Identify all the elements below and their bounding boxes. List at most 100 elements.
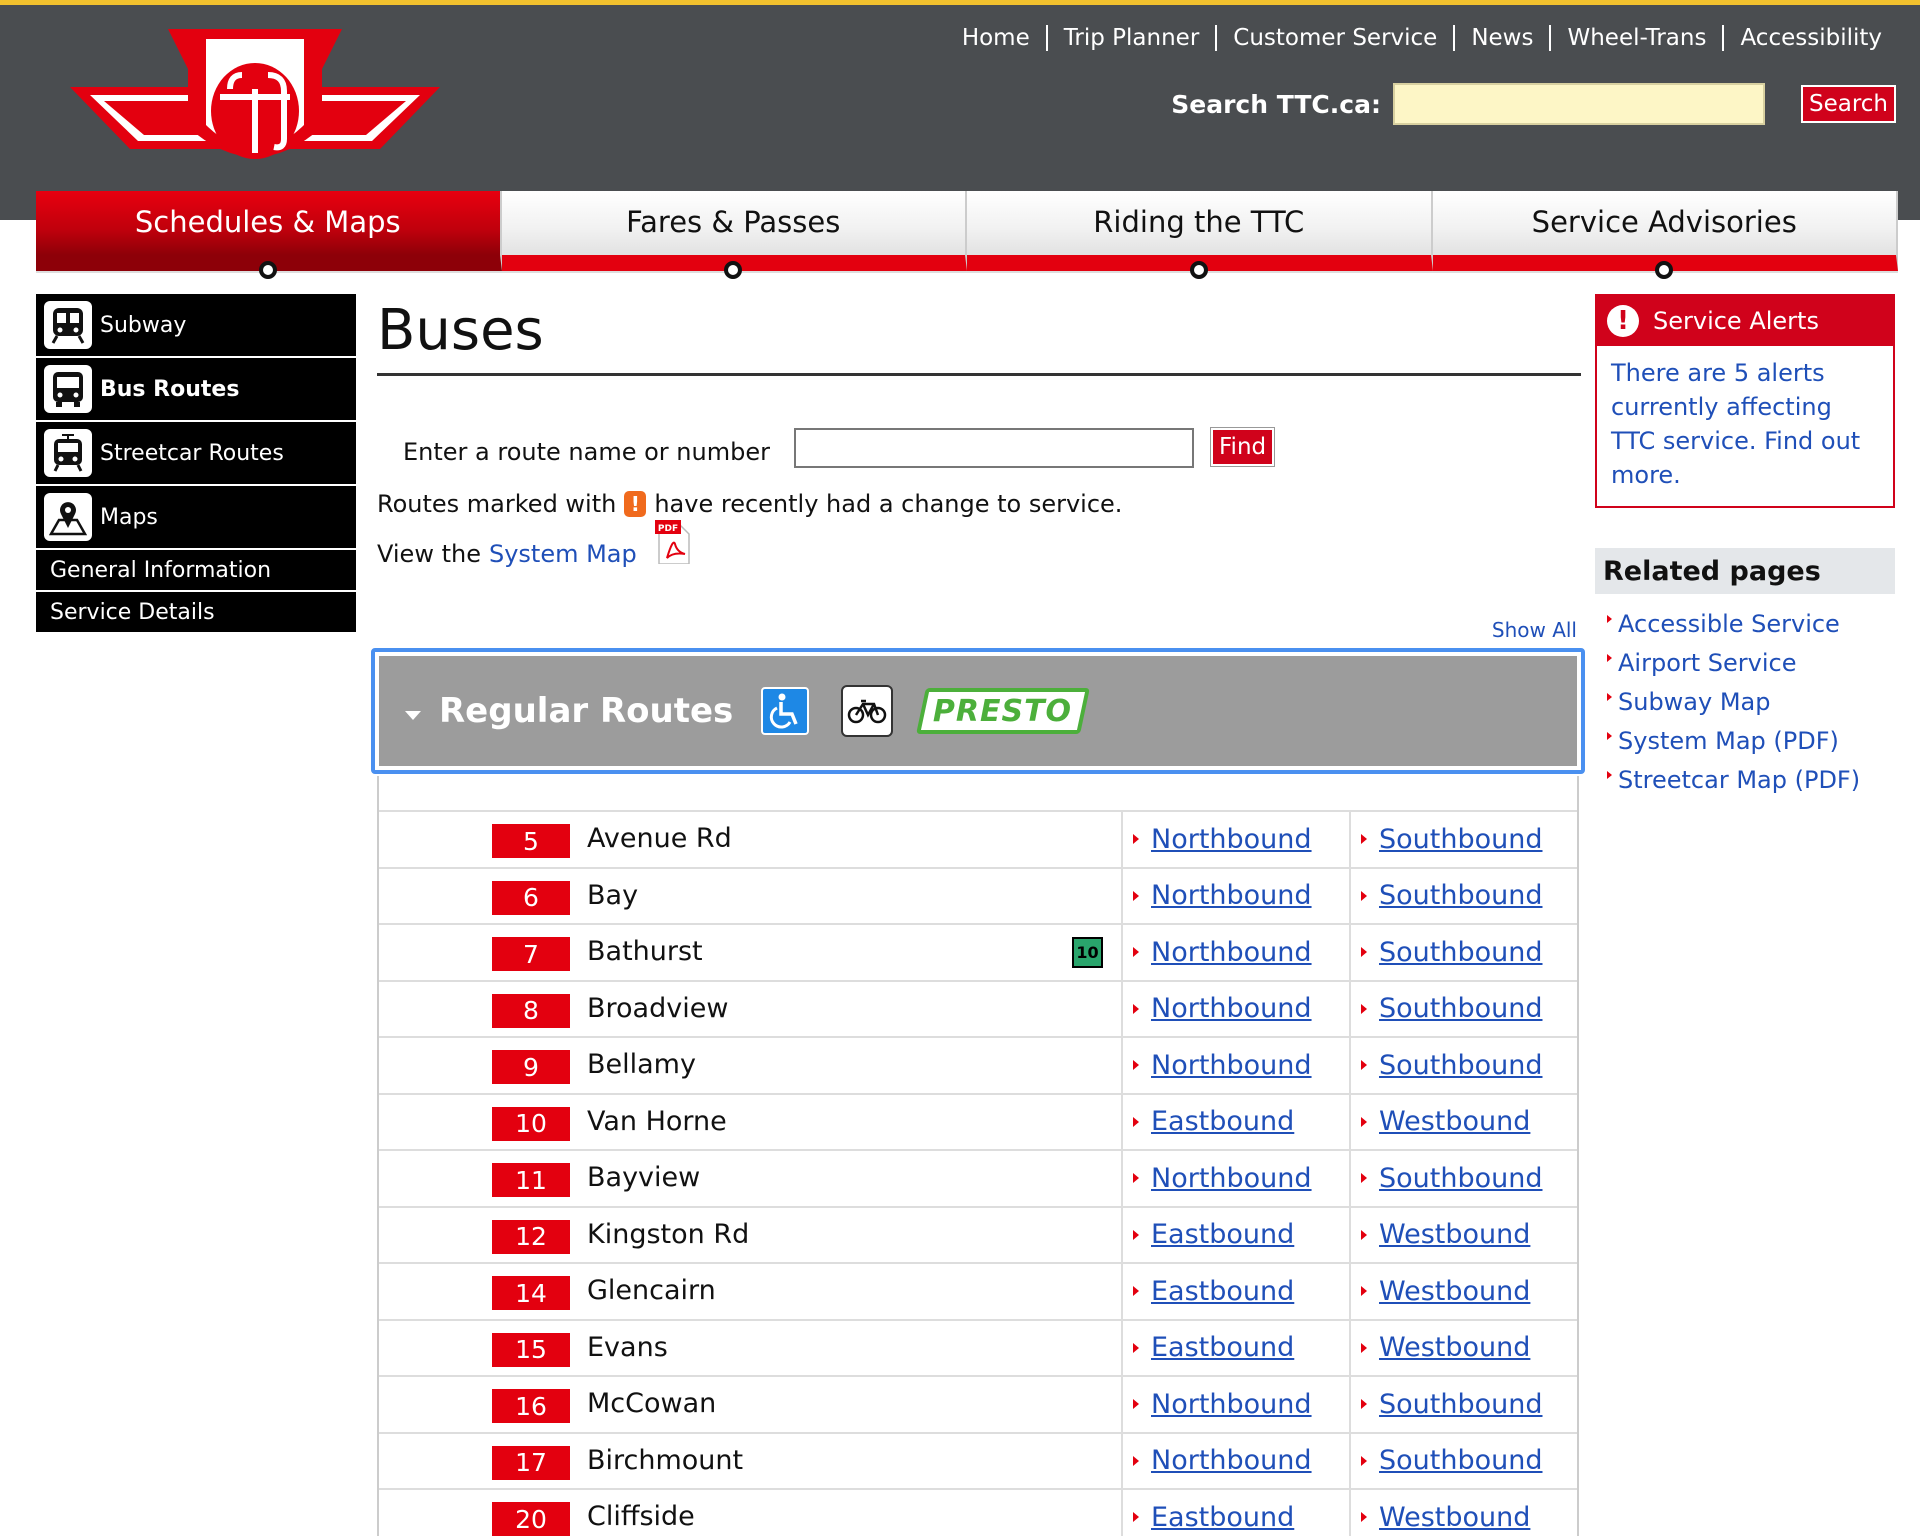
direction-link[interactable]: Northbound	[1151, 937, 1312, 968]
direction-link[interactable]: Westbound	[1379, 1276, 1530, 1307]
direction-link[interactable]: Southbound	[1379, 1050, 1543, 1081]
service-alerts-box[interactable]: ! Service Alerts There are 5 alerts curr…	[1595, 294, 1895, 508]
show-all-link[interactable]: Show All	[1492, 618, 1577, 642]
ttc-logo[interactable]	[70, 27, 440, 177]
system-map-link[interactable]: System Map	[489, 540, 637, 568]
service-alerts-text[interactable]: There are 5 alerts currently affecting T…	[1597, 346, 1893, 502]
direction-link[interactable]: Southbound	[1379, 993, 1543, 1024]
nav-accessibility[interactable]: Accessibility	[1724, 25, 1882, 51]
sidebar-item-general-information[interactable]: General Information	[36, 550, 356, 592]
direction-link[interactable]: Eastbound	[1151, 1106, 1294, 1137]
find-button[interactable]: Find	[1209, 427, 1276, 467]
related-link[interactable]: Accessible Service	[1618, 610, 1840, 638]
tab-fares-passes[interactable]: Fares & Passes	[501, 191, 967, 279]
service-change-icon: !	[624, 491, 647, 517]
route-number-badge[interactable]: 14	[492, 1276, 570, 1310]
direction-link[interactable]: Northbound	[1151, 1389, 1312, 1420]
sidebar-item-bus-routes[interactable]: Bus Routes	[36, 358, 356, 422]
direction-link[interactable]: Northbound	[1151, 1050, 1312, 1081]
related-link[interactable]: Subway Map	[1618, 688, 1771, 716]
pdf-icon[interactable]: PDF	[654, 520, 691, 564]
bullet-arrow-icon	[1361, 834, 1367, 845]
bullet-arrow-icon	[1607, 731, 1612, 740]
route-number-badge[interactable]: 16	[492, 1389, 570, 1423]
direction-link[interactable]: Eastbound	[1151, 1276, 1294, 1307]
related-link[interactable]: Airport Service	[1618, 649, 1796, 677]
table-row: 10 Van Horne Eastbound Westbound	[379, 1094, 1577, 1151]
route-number-badge[interactable]: 8	[492, 993, 570, 1028]
direction-cell: Eastbound	[1121, 1320, 1349, 1375]
system-map-prefix: View the	[377, 540, 481, 568]
route-number-badge[interactable]: 20	[492, 1502, 570, 1536]
regular-routes-bar: Regular Routes PRESTO	[379, 656, 1577, 766]
bullet-arrow-icon	[1361, 1060, 1367, 1071]
direction-link[interactable]: Southbound	[1379, 824, 1543, 855]
direction-link[interactable]: Northbound	[1151, 1163, 1312, 1194]
route-number-badge[interactable]: 7	[492, 937, 570, 971]
route-number-badge[interactable]: 6	[492, 880, 570, 915]
tab-service-advisories[interactable]: Service Advisories	[1432, 191, 1898, 279]
direction-link[interactable]: Southbound	[1379, 1389, 1543, 1420]
direction-link[interactable]: Westbound	[1379, 1502, 1530, 1533]
route-number-badge[interactable]: 10	[492, 1106, 570, 1141]
tab-schedules-maps[interactable]: Schedules & Maps	[36, 191, 502, 279]
nav-home[interactable]: Home	[946, 25, 1048, 51]
collapse-caret-icon[interactable]	[405, 710, 421, 720]
direction-link[interactable]: Westbound	[1379, 1106, 1530, 1137]
direction-link[interactable]: Southbound	[1379, 937, 1543, 968]
nav-customer-service[interactable]: Customer Service	[1217, 25, 1456, 51]
route-search-input[interactable]	[794, 428, 1194, 468]
direction-link[interactable]: Southbound	[1379, 1163, 1543, 1194]
route-number-badge[interactable]: 12	[492, 1219, 570, 1254]
related-item-subway-map: Subway Map	[1595, 682, 1895, 721]
nav-wheel-trans[interactable]: Wheel-Trans	[1551, 25, 1725, 51]
route-name: Birchmount	[587, 1444, 744, 1476]
search-button[interactable]: Search	[1800, 85, 1896, 123]
route-name: Avenue Rd	[587, 823, 732, 854]
related-item-streetcar-map-pdf: Streetcar Map (PDF)	[1595, 760, 1895, 799]
sidebar-item-subway[interactable]: Subway	[36, 294, 356, 358]
route-number-badge[interactable]: 9	[492, 1050, 570, 1084]
nav-trip-planner[interactable]: Trip Planner	[1048, 25, 1218, 51]
direction-cell: Southbound	[1349, 981, 1579, 1036]
direction-link[interactable]: Eastbound	[1151, 1502, 1294, 1533]
tab-label: Schedules & Maps	[134, 205, 401, 239]
route-number-badge[interactable]: 15	[492, 1332, 570, 1367]
nav-news[interactable]: News	[1455, 25, 1552, 51]
related-link[interactable]: Streetcar Map (PDF)	[1618, 766, 1860, 794]
related-pages: Related pages Accessible Service Airport…	[1595, 548, 1895, 799]
bullet-arrow-icon	[1133, 890, 1139, 901]
site-header: Home Trip Planner Customer Service News …	[0, 0, 1920, 220]
main-content: Buses Enter a route name or number Find …	[371, 294, 1585, 1536]
direction-link[interactable]: Northbound	[1151, 880, 1312, 911]
direction-link[interactable]: Eastbound	[1151, 1332, 1294, 1363]
direction-cell: Northbound	[1121, 812, 1349, 867]
direction-link[interactable]: Eastbound	[1151, 1219, 1294, 1250]
direction-link[interactable]: Southbound	[1379, 880, 1543, 911]
direction-link[interactable]: Northbound	[1151, 824, 1312, 855]
sidebar-item-service-details[interactable]: Service Details	[36, 592, 356, 634]
direction-link[interactable]: Southbound	[1379, 1445, 1543, 1476]
direction-cell: Westbound	[1349, 1207, 1579, 1262]
route-number-badge[interactable]: 17	[492, 1445, 570, 1480]
regular-routes-header[interactable]: Regular Routes PRESTO	[371, 648, 1585, 774]
route-number-badge[interactable]: 5	[492, 824, 570, 858]
direction-link[interactable]: Westbound	[1379, 1332, 1530, 1363]
sidebar-item-maps[interactable]: Maps	[36, 486, 356, 550]
route-number-badge[interactable]: 11	[492, 1163, 570, 1197]
table-row: 20 Cliffside Eastbound Westbound	[379, 1490, 1577, 1536]
direction-link[interactable]: Westbound	[1379, 1219, 1530, 1250]
direction-cell: Northbound	[1121, 868, 1349, 923]
regular-routes-title: Regular Routes	[439, 691, 734, 731]
search-input[interactable]	[1392, 83, 1765, 125]
related-link[interactable]: System Map (PDF)	[1618, 727, 1839, 755]
direction-link[interactable]: Northbound	[1151, 1445, 1312, 1476]
streetcar-icon	[44, 429, 92, 477]
direction-link[interactable]: Northbound	[1151, 993, 1312, 1024]
sidebar-item-streetcar-routes[interactable]: Streetcar Routes	[36, 422, 356, 486]
search-label: Search TTC.ca:	[1171, 89, 1381, 119]
routes-table: 5 Avenue Rd Northbound Southbound 6 Bay Northb…	[377, 776, 1579, 1536]
left-sidebar: Subway Bus Routes Streetcar Routes Maps …	[36, 294, 356, 634]
tab-riding-the-ttc[interactable]: Riding the TTC	[967, 191, 1433, 279]
bullet-arrow-icon	[1361, 1342, 1367, 1353]
